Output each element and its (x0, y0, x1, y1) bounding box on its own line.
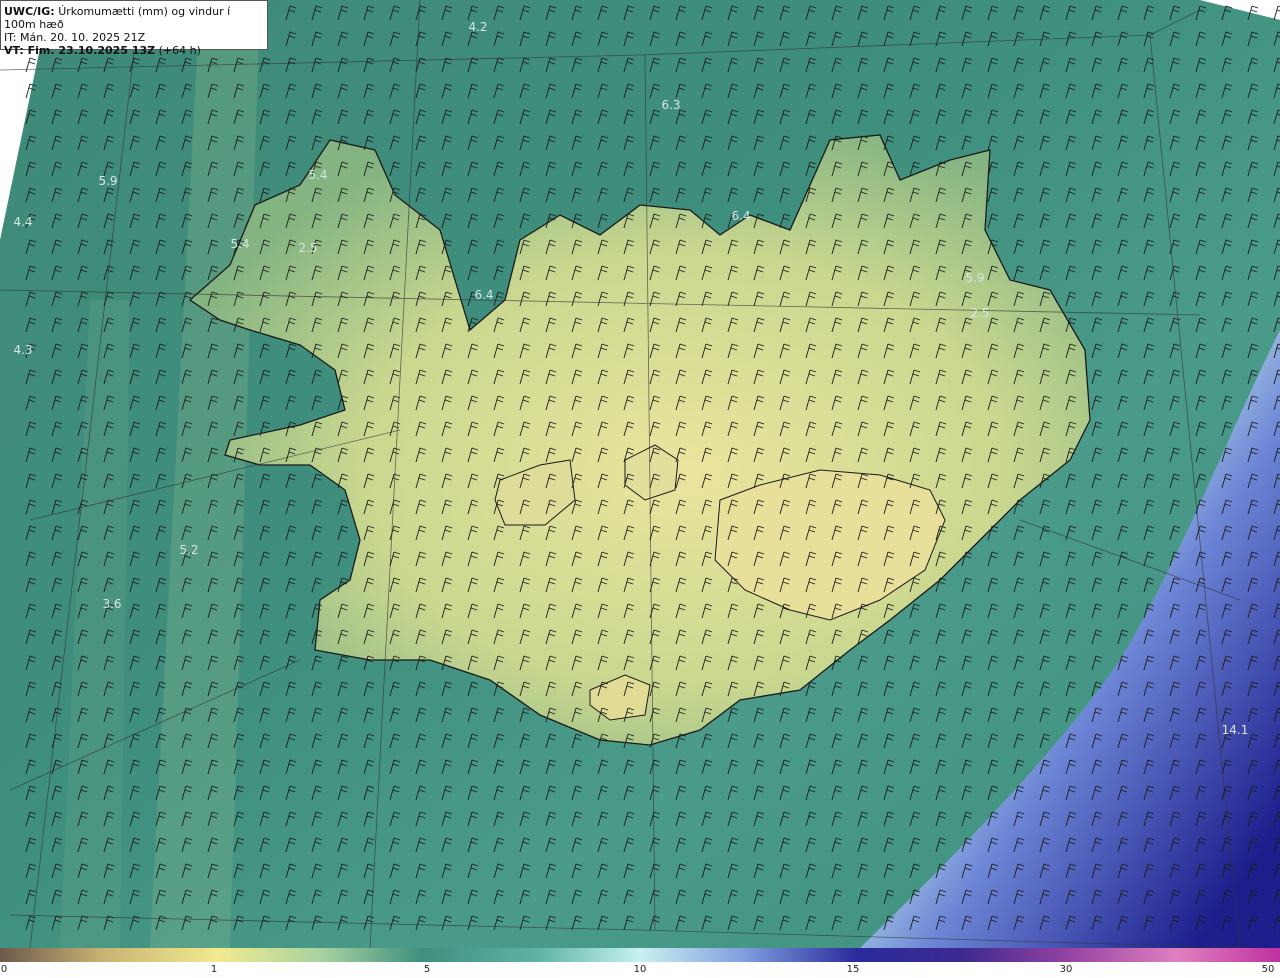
colorbar-tick: 1 (210, 964, 218, 975)
product-prefix: UWC/IG: (4, 5, 55, 18)
map-info-box: UWC/IG: Úrkomumætti (mm) og vindur í 100… (0, 0, 268, 57)
precip-wind-map (0, 0, 1280, 948)
colorbar-legend: 0 1 5 10 15 30 50 (0, 948, 1280, 978)
colorbar-tick: 30 (1059, 964, 1073, 975)
value-label: 5.2 (179, 543, 199, 557)
colorbar-tick: 15 (846, 964, 860, 975)
forecast-hour: (+64 h) (158, 44, 201, 57)
colorbar-tick: 0 (0, 964, 8, 975)
colorbar-tick: 5 (423, 964, 431, 975)
value-label: 6.4 (474, 288, 494, 302)
init-time: IT: Mán. 20. 10. 2025 21Z (4, 31, 146, 44)
value-label: 5.4 (230, 237, 250, 251)
colorbar-tick: 50 (1261, 964, 1275, 975)
value-label: 5.4 (308, 168, 328, 182)
value-label: 6.3 (661, 98, 681, 112)
value-label: 4.2 (468, 20, 488, 34)
value-label: 14.1 (1221, 723, 1249, 737)
value-label: 6.4 (731, 209, 751, 223)
colorbar-strip (0, 948, 1280, 962)
value-label: 5.9 (98, 174, 118, 188)
value-label: 4.3 (13, 343, 33, 357)
value-label: 3.6 (102, 597, 122, 611)
colorbar-tick: 10 (633, 964, 647, 975)
map-area[interactable]: UWC/IG: Úrkomumætti (mm) og vindur í 100… (0, 0, 1280, 948)
value-label: 2.5 (970, 306, 990, 320)
valid-time: VT: Fim. 23.10.2025 13Z (4, 44, 156, 57)
value-label: 2.5 (298, 241, 318, 255)
value-label: 4.4 (13, 215, 33, 229)
value-label: 5.9 (965, 271, 985, 285)
